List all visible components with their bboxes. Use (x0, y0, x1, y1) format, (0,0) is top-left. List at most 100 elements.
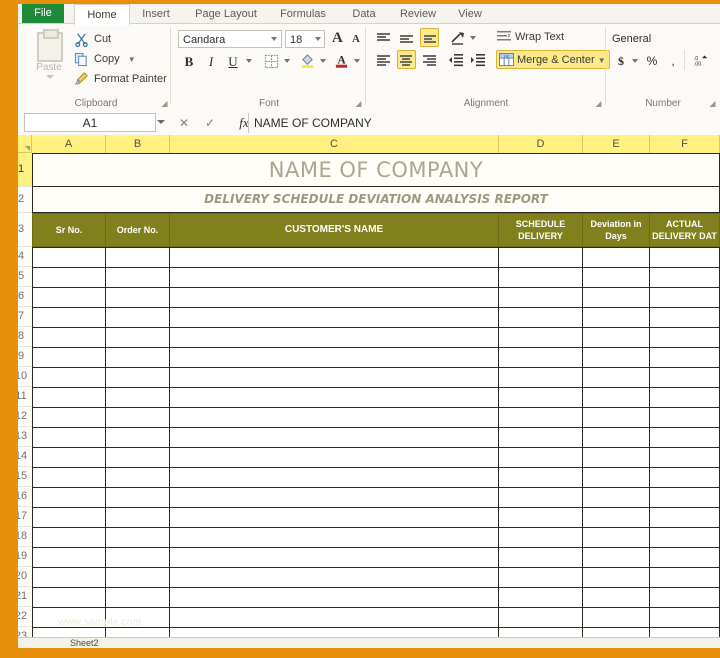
underline-button[interactable]: U (224, 52, 242, 71)
tab-home[interactable]: Home (74, 4, 130, 25)
number-format-select[interactable]: General (612, 30, 710, 48)
alignment-group-label: Alignment (463, 98, 509, 109)
merge-and-center-button[interactable]: Az Merge & Center ▼ (496, 50, 610, 69)
name-box[interactable]: A1 (24, 113, 156, 132)
row-header[interactable]: 10 (18, 367, 32, 387)
column-header-f[interactable]: F (650, 135, 720, 153)
column-header-b[interactable]: B (106, 135, 170, 153)
currency-button[interactable]: $ (614, 52, 628, 71)
increase-decimal-icon[interactable]: .0.00 (692, 52, 710, 73)
row-header[interactable]: 4 (18, 247, 32, 267)
table-header-actual-delivery-date[interactable]: ACTUAL DELIVERY DAT (649, 213, 720, 247)
grow-font-button[interactable]: A (332, 30, 343, 47)
tab-view[interactable]: View (448, 4, 492, 24)
copy-dropdown-icon[interactable]: ▼ (128, 50, 136, 69)
font-size-dropdown-icon[interactable] (315, 37, 321, 41)
column-header-c[interactable]: C (170, 135, 499, 153)
tab-data[interactable]: Data (340, 4, 388, 24)
row-header[interactable]: 14 (18, 447, 32, 467)
align-top-button[interactable] (374, 29, 393, 48)
row-header[interactable]: 6 (18, 287, 32, 307)
row-header[interactable]: 15 (18, 467, 32, 487)
copy-button[interactable]: Copy ▼ (72, 50, 136, 69)
horizontal-gridline (32, 287, 720, 288)
row-header[interactable]: 13 (18, 427, 32, 447)
cut-button[interactable]: Cut (72, 30, 111, 49)
row-header[interactable]: 3 (18, 213, 32, 247)
increase-indent-icon[interactable] (470, 52, 486, 73)
alignment-dialog-launcher-icon[interactable]: ◢ (594, 99, 603, 108)
paste-button[interactable]: Paste (26, 28, 72, 90)
row-header[interactable]: 17 (18, 507, 32, 527)
align-bottom-button[interactable] (420, 28, 439, 47)
borders-icon[interactable] (264, 54, 279, 74)
decrease-indent-icon[interactable] (448, 52, 464, 73)
font-color-icon[interactable]: A (334, 52, 349, 74)
align-center-button[interactable] (397, 50, 416, 69)
row-header[interactable]: 21 (18, 587, 32, 607)
row-header[interactable]: 19 (18, 547, 32, 567)
sheet-tab-bar: Sheet2 (18, 637, 720, 648)
percent-button[interactable]: % (644, 52, 660, 71)
accept-icon[interactable]: ✓ (200, 114, 220, 132)
bold-button[interactable]: B (180, 52, 198, 71)
row-header[interactable]: 22 (18, 607, 32, 627)
insert-function-icon[interactable]: fx (234, 114, 254, 132)
wrap-text-button[interactable]: Wrap Text (496, 28, 564, 46)
row-header[interactable]: 1 (18, 153, 32, 187)
cancel-icon[interactable]: ✕ (174, 114, 194, 132)
report-subtitle-cell[interactable]: DELIVERY SCHEDULE DEVIATION ANALYSIS REP… (32, 187, 720, 213)
currency-dropdown-icon[interactable] (632, 59, 638, 63)
row-header[interactable]: 16 (18, 487, 32, 507)
italic-button[interactable]: I (202, 52, 220, 71)
shrink-font-button[interactable]: A (352, 33, 360, 45)
tab-formulas[interactable]: Formulas (270, 4, 336, 24)
tab-page-layout[interactable]: Page Layout (184, 4, 268, 24)
column-header-e[interactable]: E (583, 135, 650, 153)
table-header-schedule-delivery[interactable]: SCHEDULE DELIVERY (498, 213, 583, 247)
select-all-corner[interactable] (18, 135, 32, 153)
formula-input[interactable]: NAME OF COMPANY (254, 113, 714, 133)
row-header[interactable]: 2 (18, 187, 32, 213)
row-header[interactable]: 8 (18, 327, 32, 347)
horizontal-gridline (32, 447, 720, 448)
report-title-cell[interactable]: NAME OF COMPANY (32, 153, 720, 187)
underline-dropdown-icon[interactable] (246, 59, 252, 63)
table-header-deviation-in-days[interactable]: Deviation in Days (582, 213, 650, 247)
format-painter-label: Format Painter (94, 73, 167, 85)
borders-dropdown-icon[interactable] (284, 59, 290, 63)
align-right-button[interactable] (420, 51, 439, 70)
table-header-customers-name[interactable]: CUSTOMER'S NAME (169, 213, 499, 247)
column-header-d[interactable]: D (499, 135, 583, 153)
font-name-dropdown-icon[interactable] (271, 37, 277, 41)
comma-button[interactable]: , (666, 52, 680, 71)
row-header[interactable]: 7 (18, 307, 32, 327)
font-dialog-launcher-icon[interactable]: ◢ (354, 99, 363, 108)
clipboard-dialog-launcher-icon[interactable]: ◢ (160, 99, 169, 108)
tab-insert[interactable]: Insert (130, 4, 182, 24)
row-header[interactable]: 5 (18, 267, 32, 287)
row-header[interactable]: 20 (18, 567, 32, 587)
tab-review[interactable]: Review (390, 4, 446, 24)
name-box-dropdown-icon[interactable] (157, 120, 165, 124)
table-header-sr-no[interactable]: Sr No. (32, 213, 106, 247)
orientation-icon[interactable] (450, 30, 466, 51)
row-header[interactable]: 12 (18, 407, 32, 427)
fill-color-dropdown-icon[interactable] (320, 59, 326, 63)
align-middle-button[interactable] (397, 29, 416, 48)
row-header[interactable]: 9 (18, 347, 32, 367)
font-color-dropdown-icon[interactable] (354, 59, 360, 63)
chevron-down-icon[interactable] (46, 75, 54, 79)
tab-file[interactable]: File (22, 4, 64, 23)
orientation-dropdown-icon[interactable] (470, 36, 476, 40)
row-header[interactable]: 11 (18, 387, 32, 407)
format-painter-button[interactable]: Format Painter (72, 70, 167, 89)
fill-color-icon[interactable] (300, 53, 315, 74)
align-left-button[interactable] (374, 51, 393, 70)
table-header-order-no[interactable]: Order No. (105, 213, 170, 247)
sheet-tab-sheet2[interactable]: Sheet2 (70, 638, 99, 648)
column-header-a[interactable]: A (32, 135, 106, 153)
number-dialog-launcher-icon[interactable]: ◢ (708, 99, 717, 108)
row-header[interactable]: 18 (18, 527, 32, 547)
font-name-input[interactable]: Candara (178, 30, 282, 48)
